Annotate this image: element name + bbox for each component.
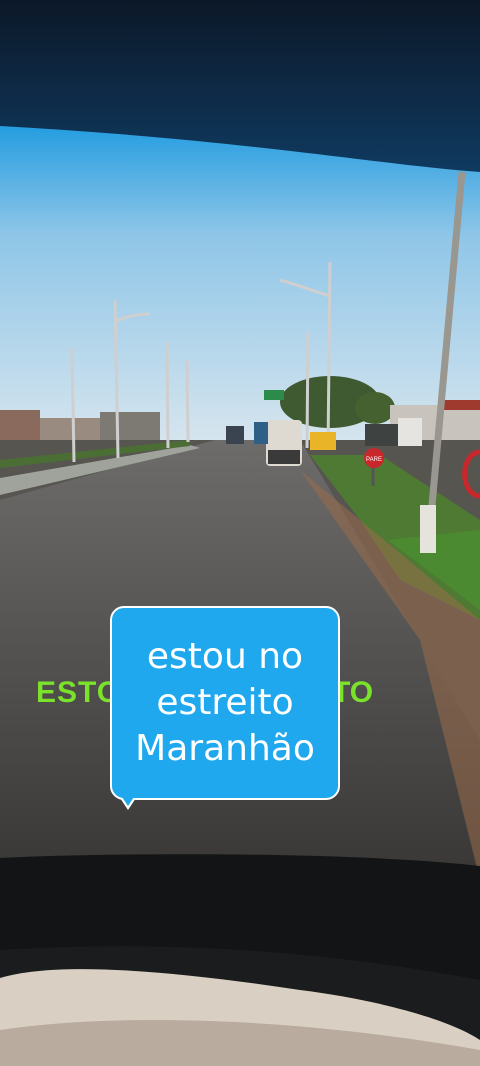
background-caption-left: ESTO [36,676,122,709]
caption-text: estou no estreito Maranhão [135,634,315,772]
caption-line-3: Maranhão [135,728,315,769]
stop-sign-text: PARE [366,457,382,463]
caption-bubble: estou no estreito Maranhão [110,606,340,810]
caption-line-1: estou no [146,636,304,677]
bubble-tail-inner [122,797,134,806]
caption-line-2: estreito [156,682,294,723]
road-photo: PARE [0,0,480,1066]
